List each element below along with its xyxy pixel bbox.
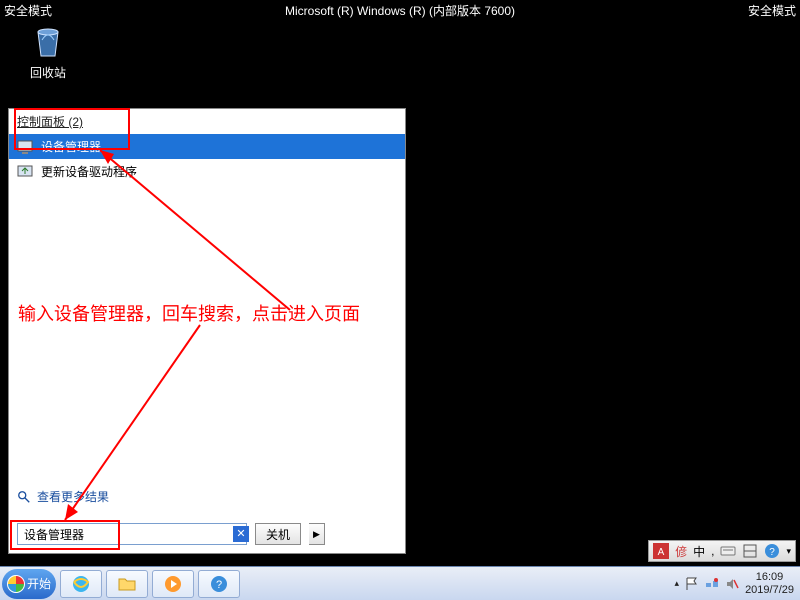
ime-help-icon[interactable]: ? [764,543,780,559]
results-group-header: 控制面板 (2) [9,109,405,134]
taskbar: 开始 ? ▴ 16:09 2019/7/29 [0,566,800,600]
start-search-input[interactable] [17,523,247,545]
ime-options-caret[interactable]: ▾ [786,546,791,557]
see-more-results[interactable]: 查看更多结果 [17,488,109,505]
system-tray: ▴ 16:09 2019/7/29 [669,571,800,597]
recycle-bin-label: 回收站 [20,64,76,81]
result-label: 设备管理器 [41,138,101,155]
taskbar-ie[interactable] [60,570,102,598]
search-icon [17,490,31,504]
start-menu-search-panel: 控制面板 (2) 设备管理器 更新设备驱动程序 查看更多结果 ✕ 关机 ▶ [8,108,406,554]
taskbar-help[interactable]: ? [198,570,240,598]
flag-icon[interactable] [685,577,699,591]
folder-icon [117,574,137,594]
clock-time: 16:09 [745,571,794,584]
svg-text:?: ? [770,547,776,558]
ime-indicator: 偐 [675,543,687,560]
ime-lang: 中 [693,543,705,560]
taskbar-explorer[interactable] [106,570,148,598]
device-manager-icon [17,139,33,155]
safe-mode-label-tr: 安全模式 [748,2,796,19]
ime-pad-icon [742,543,758,559]
ime-language-bar[interactable]: A 偐 中 , ? ▾ [648,540,796,562]
ie-icon [71,574,91,594]
windows-orb-icon [7,575,25,593]
network-icon[interactable] [705,577,719,591]
clear-search-icon[interactable]: ✕ [233,526,249,542]
svg-text:?: ? [216,579,222,591]
svg-text:A: A [658,547,665,558]
desktop: 安全模式 安全模式 Microsoft (R) Windows (R) (内部版… [0,0,800,600]
shutdown-button[interactable]: 关机 [255,523,301,545]
os-build-title: Microsoft (R) Windows (R) (内部版本 7600) [285,2,515,19]
recycle-bin-icon [28,20,68,60]
ime-icon: A [653,543,669,559]
start-search-row: ✕ 关机 ▶ [17,523,397,545]
see-more-label: 查看更多结果 [37,488,109,505]
volume-icon[interactable] [725,577,739,591]
wmp-icon [163,574,183,594]
safe-mode-label-tl: 安全模式 [4,2,52,19]
shutdown-options-arrow[interactable]: ▶ [309,523,325,545]
ime-sep: , [711,544,714,558]
start-label: 开始 [27,575,51,592]
annotation-text: 输入设备管理器，回车搜索，点击进入页面 [18,300,360,326]
result-label: 更新设备驱动程序 [41,163,137,180]
help-icon: ? [209,574,229,594]
driver-update-icon [17,164,33,180]
start-button[interactable]: 开始 [2,569,56,599]
result-device-manager[interactable]: 设备管理器 [9,134,405,159]
taskbar-clock[interactable]: 16:09 2019/7/29 [745,571,794,597]
clock-date: 2019/7/29 [745,584,794,597]
recycle-bin[interactable]: 回收站 [20,20,76,81]
tray-show-hidden[interactable]: ▴ [675,578,680,589]
ime-keyboard-icon [720,543,736,559]
taskbar-media-player[interactable] [152,570,194,598]
result-update-drivers[interactable]: 更新设备驱动程序 [9,159,405,184]
